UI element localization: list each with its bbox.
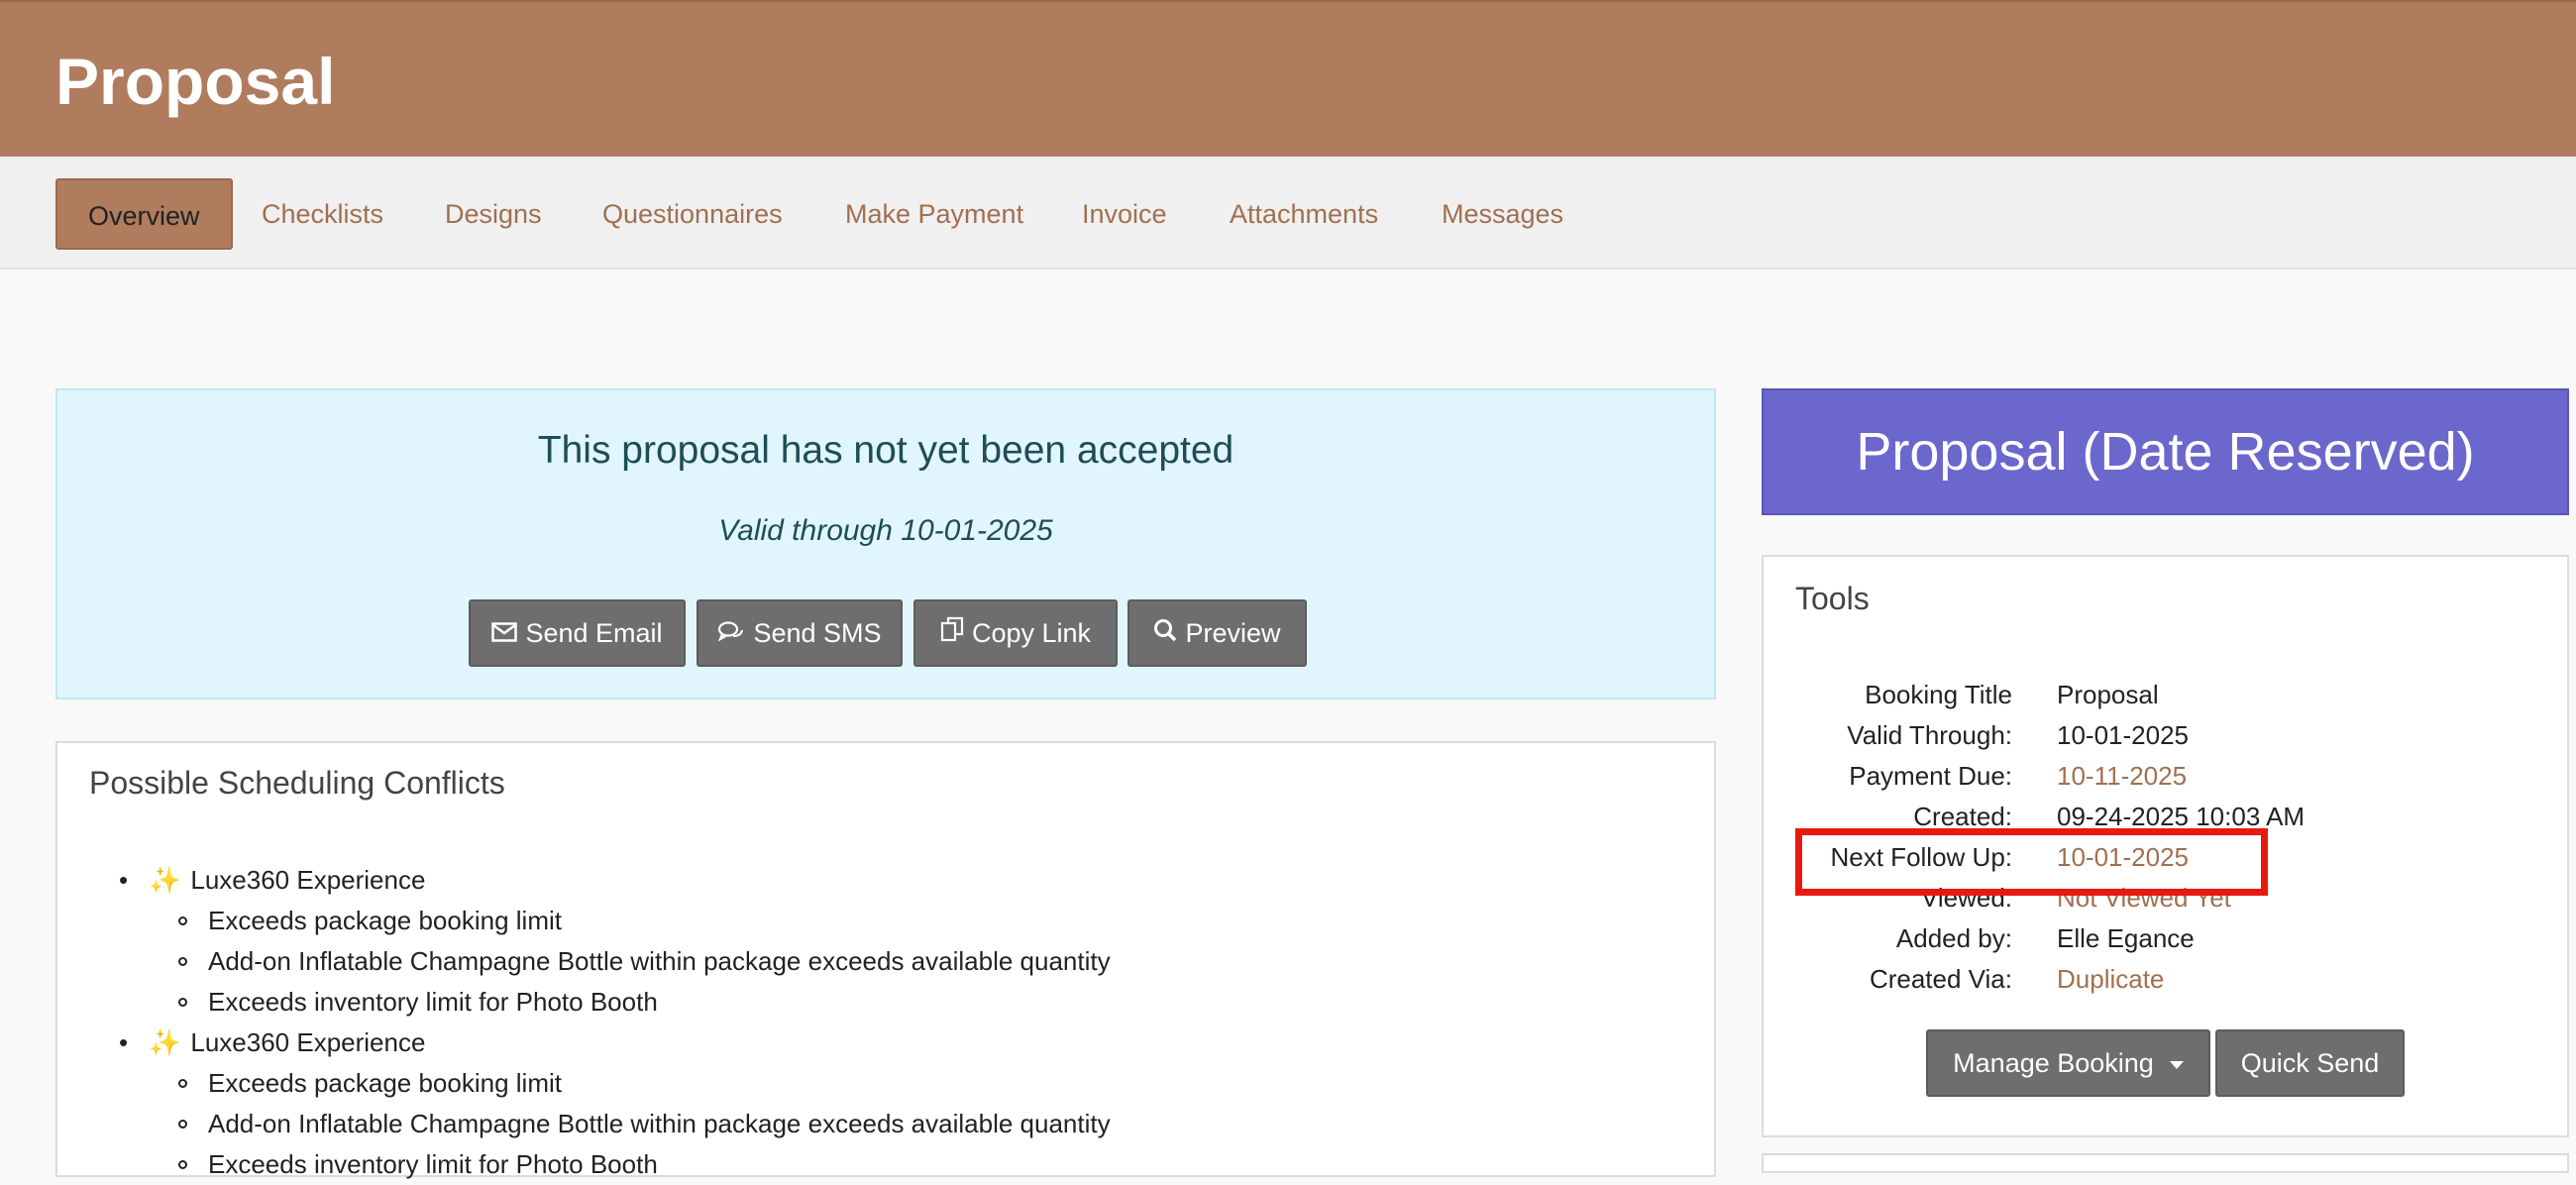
tab-bar: Overview Checklists Designs Questionnair…: [0, 157, 2576, 269]
send-sms-label: Send SMS: [753, 618, 882, 648]
quick-send-button[interactable]: Quick Send: [2215, 1029, 2405, 1097]
chat-icon: [717, 601, 745, 665]
envelope-icon: [491, 601, 518, 665]
alert-title: This proposal has not yet been accepted: [537, 429, 1234, 472]
payment-due-label: Payment Due:: [1849, 761, 2012, 791]
send-sms-button[interactable]: Send SMS: [697, 599, 903, 667]
tab-checklists[interactable]: Checklists: [231, 178, 414, 250]
tab-messages[interactable]: Messages: [1411, 178, 1594, 250]
page-title: Proposal: [55, 45, 336, 118]
list-item: Exceeds inventory limit for Photo Booth: [119, 982, 1111, 1023]
list-item: Exceeds package booking limit: [119, 901, 1111, 941]
conflicts-title: Possible Scheduling Conflicts: [89, 765, 505, 801]
list-item: Add-on Inflatable Champagne Bottle withi…: [119, 941, 1111, 982]
alert-valid-through: Valid through 10-01-2025: [718, 514, 1053, 547]
created-via-label: Created Via:: [1869, 964, 2012, 994]
list-item: Add-on Inflatable Champagne Bottle withi…: [119, 1104, 1111, 1144]
tools-title: Tools: [1795, 581, 1870, 616]
page-header: Proposal: [0, 0, 2576, 157]
payment-due-link[interactable]: 10-11-2025: [2057, 758, 2187, 794]
booking-title-label: Booking Title: [1865, 680, 2012, 709]
added-by-label: Added by:: [1895, 923, 2012, 953]
manage-booking-dropdown[interactable]: Manage Booking: [1926, 1029, 2210, 1097]
booking-title-value: Proposal: [2057, 680, 2159, 709]
conflict-package-label: Luxe360 Experience: [190, 1027, 426, 1057]
valid-through-value: 10-01-2025: [2057, 720, 2189, 750]
tab-invoice[interactable]: Invoice: [1051, 178, 1198, 250]
copy-icon: [940, 601, 964, 665]
conflict-package-label: Luxe360 Experience: [190, 865, 426, 895]
tab-overview[interactable]: Overview: [55, 178, 233, 250]
preview-label: Preview: [1185, 618, 1281, 648]
acceptance-alert: This proposal has not yet been accepted …: [55, 388, 1716, 700]
send-email-label: Send Email: [525, 618, 663, 648]
preview-button[interactable]: Preview: [1127, 599, 1307, 667]
list-item: Exceeds package booking limit: [119, 1063, 1111, 1104]
scheduling-conflicts-card: Possible Scheduling Conflicts ✨ Luxe360 E…: [55, 741, 1716, 1179]
send-email-button[interactable]: Send Email: [469, 599, 686, 667]
sparkles-icon: ✨: [149, 865, 181, 895]
list-item: ✨ Luxe360 Experience: [119, 1023, 1111, 1063]
created-via-link[interactable]: Duplicate: [2057, 961, 2164, 997]
list-item: ✨ Luxe360 Experience: [119, 860, 1111, 901]
tab-questionnaires[interactable]: Questionnaires: [572, 178, 813, 250]
tab-attachments[interactable]: Attachments: [1199, 178, 1409, 250]
booking-status-banner: Proposal (Date Reserved): [1762, 388, 2569, 515]
caret-down-icon: [2169, 1060, 2184, 1069]
list-item: Exceeds inventory limit for Photo Booth: [119, 1144, 1111, 1185]
search-icon: [1153, 601, 1177, 665]
highlight-box: [1795, 828, 2268, 896]
sparkles-icon: ✨: [149, 1027, 181, 1057]
manage-booking-label: Manage Booking: [1953, 1048, 2154, 1078]
copy-link-button[interactable]: Copy Link: [913, 599, 1118, 667]
tab-designs[interactable]: Designs: [414, 178, 573, 250]
added-by-value: Elle Egance: [2057, 923, 2195, 953]
tab-make-payment[interactable]: Make Payment: [814, 178, 1054, 250]
conflicts-list: ✨ Luxe360 Experience Exceeds package book…: [119, 860, 1111, 1185]
valid-through-label: Valid Through:: [1847, 720, 2012, 750]
copy-link-label: Copy Link: [971, 618, 1092, 648]
next-card: [1762, 1153, 2569, 1173]
